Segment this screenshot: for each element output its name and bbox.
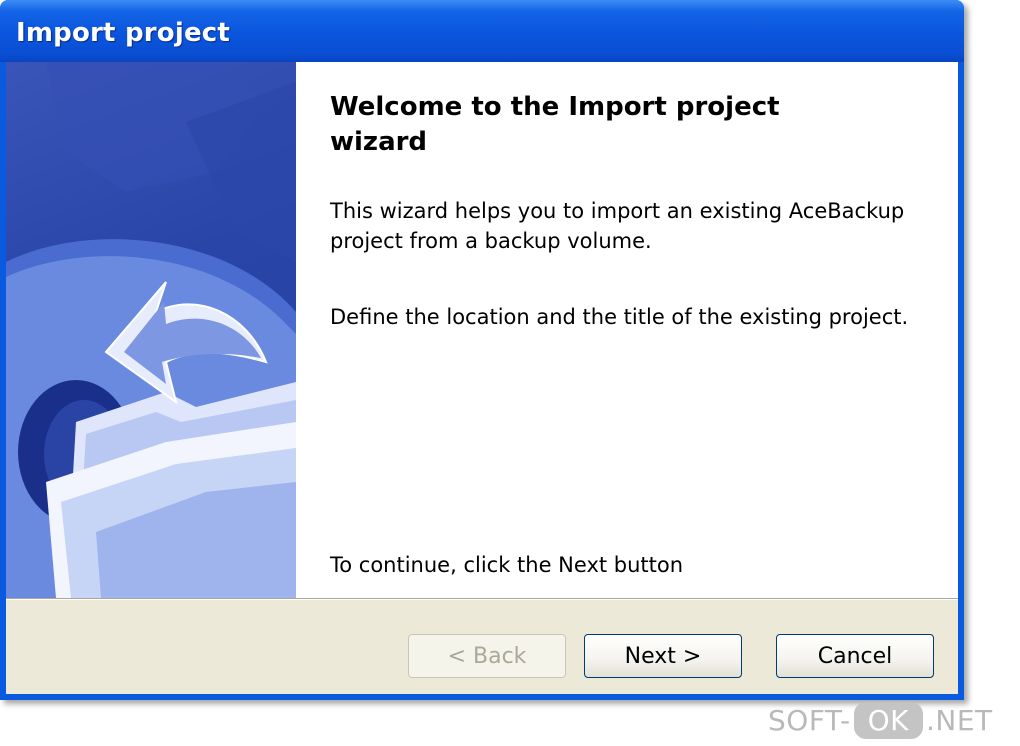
button-separator (6, 598, 958, 600)
intro-text: This wizard helps you to import an exist… (330, 199, 905, 253)
watermark-suffix: .NET (925, 703, 993, 737)
site-watermark: SOFT- OK .NET (768, 698, 993, 742)
watermark-badge: OK (853, 701, 923, 739)
continue-text: To continue, click the Next button (330, 553, 684, 577)
window-title: Import project (16, 18, 231, 48)
wizard-heading: Welcome to the Import project wizard (330, 92, 780, 157)
instruction-text: Define the location and the title of the… (330, 305, 909, 329)
back-button[interactable]: < Back (408, 634, 566, 678)
folder-arrow-icon (6, 62, 296, 598)
wizard-body: Welcome to the Import project wizard Thi… (6, 62, 958, 694)
wizard-banner (6, 62, 296, 598)
next-button[interactable]: Next > (584, 634, 742, 678)
wizard-content: Welcome to the Import project wizard Thi… (296, 62, 958, 598)
import-project-window: Import project Welcome to the Import pro… (0, 0, 964, 700)
title-bar[interactable]: Import project (0, 0, 964, 62)
cancel-button[interactable]: Cancel (776, 634, 934, 678)
watermark-prefix: SOFT- (768, 703, 851, 737)
